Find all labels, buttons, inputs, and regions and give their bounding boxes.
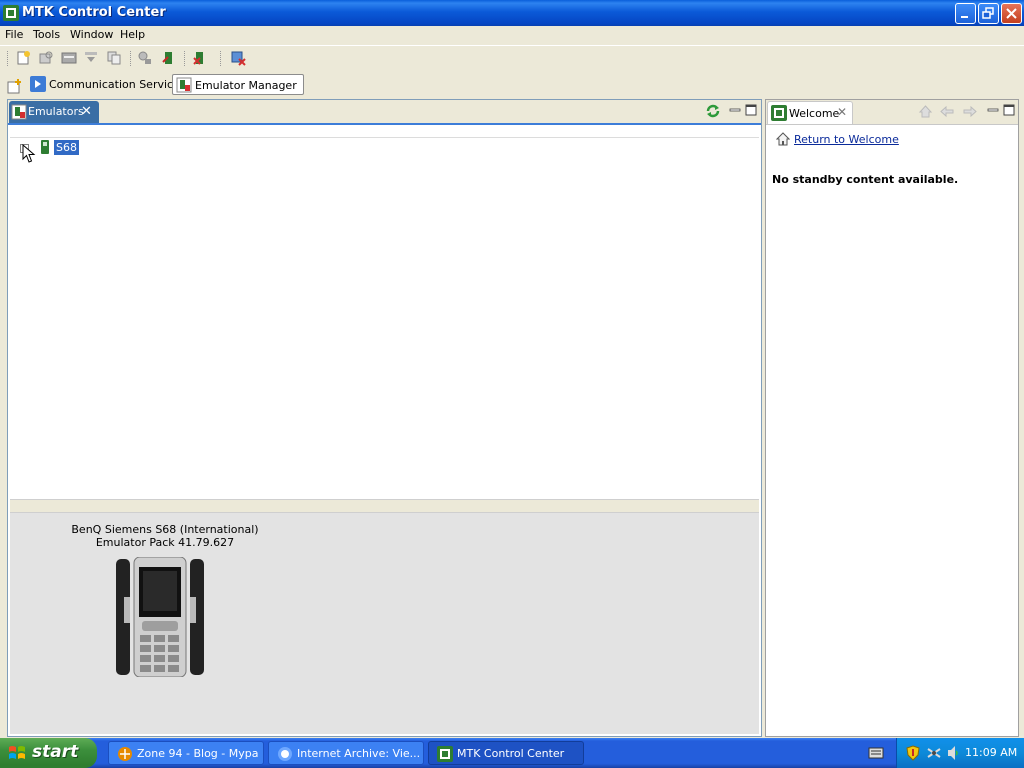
menu-window[interactable]: Window: [70, 28, 113, 41]
taskbar: start Zone 94 - Blog - Mypal Internet Ar…: [0, 738, 1024, 768]
security-shield-icon[interactable]: [906, 745, 920, 761]
communication-services-perspective[interactable]: Communication Services: [27, 74, 192, 95]
connect-icon[interactable]: [137, 50, 153, 66]
launch-emulator-icon[interactable]: [161, 50, 177, 66]
view-divider[interactable]: [10, 499, 759, 513]
window-title: MTK Control Center: [22, 5, 166, 20]
tab-welcome[interactable]: Welcome ✕: [767, 101, 853, 124]
return-to-welcome-link[interactable]: Return to Welcome: [794, 133, 899, 146]
menu-tools[interactable]: Tools: [33, 28, 60, 41]
maximize-view-icon[interactable]: [745, 104, 757, 116]
keyboard-icon[interactable]: [868, 746, 884, 760]
menu-help[interactable]: Help: [120, 28, 145, 41]
menu-bar: File Tools Window Help: [0, 26, 1024, 45]
standby-message: No standby content available.: [772, 173, 959, 186]
emulators-view: Emulators ✕ S68 BenQ Siemens S68 (Intern…: [7, 99, 762, 737]
home-icon: [776, 132, 790, 146]
close-tab-icon[interactable]: ✕: [837, 105, 847, 119]
device-name: BenQ Siemens S68 (International): [71, 523, 259, 536]
open-perspective-icon[interactable]: [7, 78, 23, 94]
install-icon[interactable]: [83, 50, 99, 66]
welcome-tab-bar: Welcome ✕: [766, 100, 1018, 125]
back-arrow-icon[interactable]: [940, 104, 955, 119]
emulators-tab-label: Emulators: [28, 105, 84, 118]
emulator-description: BenQ Siemens S68 (International) Emulato…: [50, 523, 280, 549]
tab-emulators[interactable]: Emulators ✕: [9, 101, 99, 123]
emulator-tree[interactable]: S68: [10, 137, 759, 500]
task-label: Zone 94 - Blog - Mypal: [137, 747, 259, 760]
emulator-manager-perspective[interactable]: Emulator Manager: [172, 74, 304, 95]
emulator-details: BenQ Siemens S68 (International) Emulato…: [10, 513, 759, 734]
restore-icon: [982, 7, 994, 19]
toolbar-separator: [220, 51, 223, 66]
emulators-tab-bar: Emulators ✕: [8, 100, 761, 125]
system-tray: 11:09 AM: [896, 738, 1024, 768]
new-emulator-icon[interactable]: [15, 50, 31, 66]
copy-icon[interactable]: [106, 50, 122, 66]
close-tab-icon[interactable]: ✕: [81, 104, 92, 119]
task-internet-archive[interactable]: Internet Archive: Vie...: [268, 741, 424, 765]
toolbar-separator: [7, 51, 10, 66]
task-zone94-blog[interactable]: Zone 94 - Blog - Mypal: [108, 741, 264, 765]
emulator-manager-label: Emulator Manager: [195, 79, 297, 92]
volume-icon[interactable]: [946, 745, 960, 761]
network-icon[interactable]: [926, 745, 942, 761]
search-emulator-icon[interactable]: [38, 50, 54, 66]
toolbar-separator: [184, 51, 187, 66]
clock: 11:09 AM: [965, 746, 1018, 759]
forward-arrow-icon[interactable]: [962, 104, 977, 119]
task-label: MTK Control Center: [457, 747, 565, 760]
home-icon[interactable]: [918, 104, 933, 119]
emulator-manager-icon: [176, 77, 192, 93]
refresh-icon[interactable]: [705, 103, 721, 119]
maximize-view-icon[interactable]: [1003, 104, 1015, 116]
phone-image: [116, 557, 204, 677]
mypal-browser-icon: [118, 747, 132, 761]
menu-file[interactable]: File: [5, 28, 23, 41]
start-label: start: [32, 742, 79, 762]
stop-icon[interactable]: [231, 50, 247, 66]
phone-emulator-icon: [41, 140, 49, 154]
minimize-view-icon[interactable]: [729, 104, 741, 116]
mtk-app-icon: [3, 5, 19, 21]
welcome-view: Welcome ✕ Return to Welcome No standby c…: [765, 99, 1019, 737]
restore-button[interactable]: [978, 3, 999, 24]
tree-item-label: S68: [54, 140, 79, 155]
remove-emulator-icon[interactable]: [192, 50, 208, 66]
task-mtk-control-center[interactable]: MTK Control Center: [428, 741, 584, 765]
emulator-pack-version: Emulator Pack 41.79.627: [95, 536, 235, 549]
title-bar[interactable]: MTK Control Center: [0, 0, 1024, 26]
minimize-icon: [961, 16, 968, 18]
mtk-app-icon: [437, 746, 453, 762]
close-icon: [1006, 8, 1017, 19]
welcome-tab-icon: [771, 105, 787, 121]
welcome-tab-label: Welcome: [789, 107, 840, 120]
communication-services-label: Communication Services: [49, 78, 186, 91]
properties-icon[interactable]: [61, 50, 77, 66]
minimize-view-icon[interactable]: [987, 104, 999, 116]
task-label: Internet Archive: Vie...: [297, 747, 419, 760]
mouse-cursor-icon: [22, 144, 36, 163]
windows-logo-icon: [9, 746, 25, 759]
communication-icon: [30, 76, 46, 92]
close-button[interactable]: [1001, 3, 1022, 24]
start-button[interactable]: start: [0, 738, 97, 768]
toolbar-separator: [130, 51, 133, 66]
toolbar: [0, 45, 1024, 71]
browser-icon: [278, 747, 292, 761]
minimize-button[interactable]: [955, 3, 976, 24]
emulators-tab-icon: [11, 104, 27, 120]
perspective-bar: Communication Services Emulator Manager: [0, 72, 1024, 98]
